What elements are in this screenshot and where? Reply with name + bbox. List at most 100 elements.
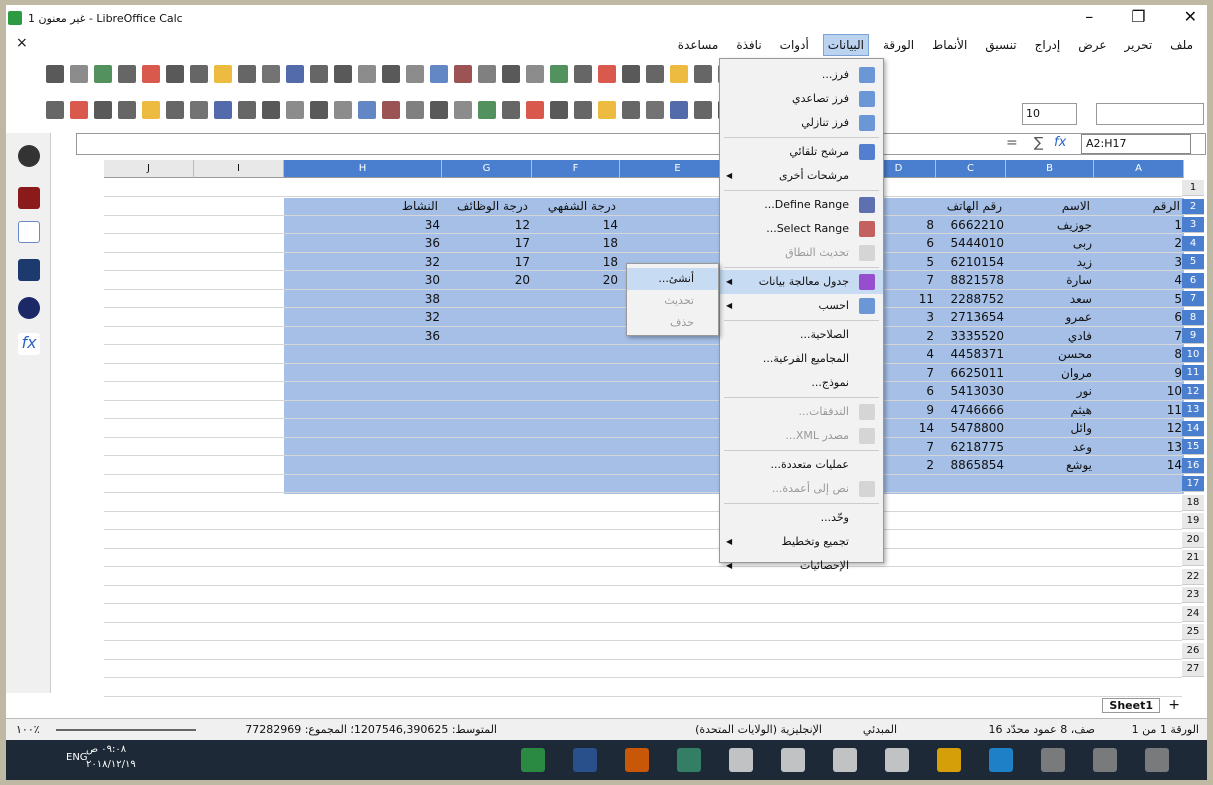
cell-B15[interactable]: وعد [1008, 439, 1092, 455]
cell-B11[interactable]: مروان [1008, 365, 1092, 381]
tb1-tool-27-icon[interactable] [694, 65, 712, 83]
cell-H15[interactable] [286, 439, 440, 455]
column-header-B[interactable]: B [1006, 160, 1094, 178]
data-menu-item-18[interactable]: تجميع وتخطيط ◀ [720, 530, 883, 554]
cell-C14[interactable]: 5478800 [938, 420, 1004, 436]
data-menu-item-7[interactable]: تحديث النطاق [720, 241, 883, 265]
row-header-22[interactable]: 22 [1182, 568, 1204, 585]
cell-C7[interactable]: 2288752 [938, 291, 1004, 307]
cell-H10[interactable] [286, 346, 440, 362]
cell-F14[interactable] [534, 420, 618, 436]
cell-C12[interactable]: 5413030 [938, 383, 1004, 399]
row-header-4[interactable]: 4 [1182, 235, 1204, 252]
cell-C5[interactable]: 6210154 [938, 254, 1004, 270]
cell-B13[interactable]: هيثم [1008, 402, 1092, 418]
cell-D15[interactable]: 7 [914, 439, 934, 455]
column-header-C[interactable]: C [936, 160, 1006, 178]
data-menu-item-10[interactable]: الصلاحية... [720, 323, 883, 347]
dropbox-taskbar-icon[interactable] [833, 748, 857, 772]
cell-H11[interactable] [286, 365, 440, 381]
column-header-H[interactable]: H [284, 160, 442, 178]
cell-C15[interactable]: 6218775 [938, 439, 1004, 455]
cell-H6[interactable]: 30 [286, 272, 440, 288]
tb2-tool-17-icon[interactable] [454, 101, 472, 119]
name-box[interactable]: A2:H17 [1081, 134, 1191, 154]
column-header-F[interactable]: F [532, 160, 620, 178]
data-menu-item-9[interactable]: احسب ◀ [720, 294, 883, 318]
tb1-tool-2-icon[interactable] [94, 65, 112, 83]
cell-H3[interactable]: 34 [286, 217, 440, 233]
cell-C9[interactable]: 3335520 [938, 328, 1004, 344]
tb1-tool-12-icon[interactable] [334, 65, 352, 83]
row-header-18[interactable]: 18 [1182, 494, 1204, 511]
tb2-tool-9-icon[interactable] [262, 101, 280, 119]
spreadsheet-grid[interactable]: A B C D E F G H I J 1 2 3 4 5 6 7 8 9 10 11 12 13 14 15 16 17 18 19 2… [64, 160, 1204, 697]
cell-D14[interactable]: 14 [914, 420, 934, 436]
tb1-tool-24-icon[interactable] [622, 65, 640, 83]
row-header-6[interactable]: 6 [1182, 272, 1204, 289]
row-header-3[interactable]: 3 [1182, 217, 1204, 233]
tb1-tool-13-icon[interactable] [358, 65, 376, 83]
column-header-J[interactable]: J [104, 160, 194, 178]
tb2-tool-25-icon[interactable] [646, 101, 664, 119]
menu-0[interactable]: ملف [1166, 35, 1197, 55]
styles-icon[interactable] [18, 221, 40, 243]
tb1-tool-19-icon[interactable] [502, 65, 520, 83]
tb2-tool-13-icon[interactable] [358, 101, 376, 119]
tb1-tool-9-icon[interactable] [262, 65, 280, 83]
taskbar-language[interactable]: ENG [66, 752, 88, 763]
cell-B7[interactable]: سعد [1008, 291, 1092, 307]
row-header-21[interactable]: 21 [1182, 550, 1204, 566]
menu-3[interactable]: إدراج [1031, 35, 1065, 55]
submenu-item-1[interactable]: تحديث [627, 290, 718, 312]
data-menu-item-4[interactable]: مرشحات أخرى ◀ [720, 164, 883, 188]
data-menu-item-11[interactable]: المجاميع الفرعية... [720, 347, 883, 371]
tb2-tool-26-icon[interactable] [670, 101, 688, 119]
cell-D7[interactable]: 11 [914, 291, 934, 307]
cell-A13[interactable]: 11 [1096, 402, 1182, 418]
tb2-tool-12-icon[interactable] [334, 101, 352, 119]
mail-taskbar-icon[interactable] [729, 748, 753, 772]
cell-F11[interactable] [534, 365, 618, 381]
firefox-taskbar-icon[interactable] [625, 748, 649, 772]
cell-F16[interactable] [534, 457, 618, 473]
menu-8[interactable]: أدوات [776, 35, 813, 55]
minimize-button[interactable]: – [1085, 7, 1093, 26]
cell-B5[interactable]: زيد [1008, 254, 1092, 270]
cell-G3[interactable]: 12 [444, 217, 530, 233]
cell-F9[interactable] [534, 328, 618, 344]
cell-A7[interactable]: 5 [1096, 291, 1182, 307]
cell-C4[interactable]: 5444010 [938, 235, 1004, 251]
cell-F10[interactable] [534, 346, 618, 362]
cell-H8[interactable]: 32 [286, 309, 440, 325]
cell-G12[interactable] [444, 383, 530, 399]
tb2-tool-0-icon[interactable] [46, 101, 64, 119]
cell-B4[interactable]: ربى [1008, 235, 1092, 251]
tb1-tool-17-icon[interactable] [454, 65, 472, 83]
row-header-23[interactable]: 23 [1182, 587, 1204, 603]
language-indicator[interactable]: الإنجليزية (الولايات المتحدة) [695, 723, 822, 736]
properties-icon[interactable] [18, 187, 40, 209]
settings-icon[interactable] [18, 145, 40, 167]
cell-D12[interactable]: 6 [914, 383, 934, 399]
tb1-tool-23-icon[interactable] [598, 65, 616, 83]
tb1-tool-11-icon[interactable] [310, 65, 328, 83]
submenu-item-0[interactable]: أنشئ... [627, 268, 718, 290]
app-taskbar-icon[interactable] [677, 748, 701, 772]
row-header-27[interactable]: 27 [1182, 661, 1204, 677]
cell-F3[interactable]: 14 [534, 217, 618, 233]
cell-A3[interactable]: 1 [1096, 217, 1182, 233]
data-menu-item-8[interactable]: جدول معالجة بيانات ◀ [720, 270, 883, 294]
cell-A16[interactable]: 14 [1096, 457, 1182, 473]
cell-D11[interactable]: 7 [914, 365, 934, 381]
cell-A15[interactable]: 13 [1096, 439, 1182, 455]
maximize-button[interactable]: ❐ [1131, 7, 1145, 26]
cell-G5[interactable]: 17 [444, 254, 530, 270]
cell-B16[interactable]: يوشع [1008, 457, 1092, 473]
tb1-tool-21-icon[interactable] [550, 65, 568, 83]
cell-B8[interactable]: عمرو [1008, 309, 1092, 325]
cell-H7[interactable]: 38 [286, 291, 440, 307]
cell-F15[interactable] [534, 439, 618, 455]
cell-G10[interactable] [444, 346, 530, 362]
cell-A8[interactable]: 6 [1096, 309, 1182, 325]
